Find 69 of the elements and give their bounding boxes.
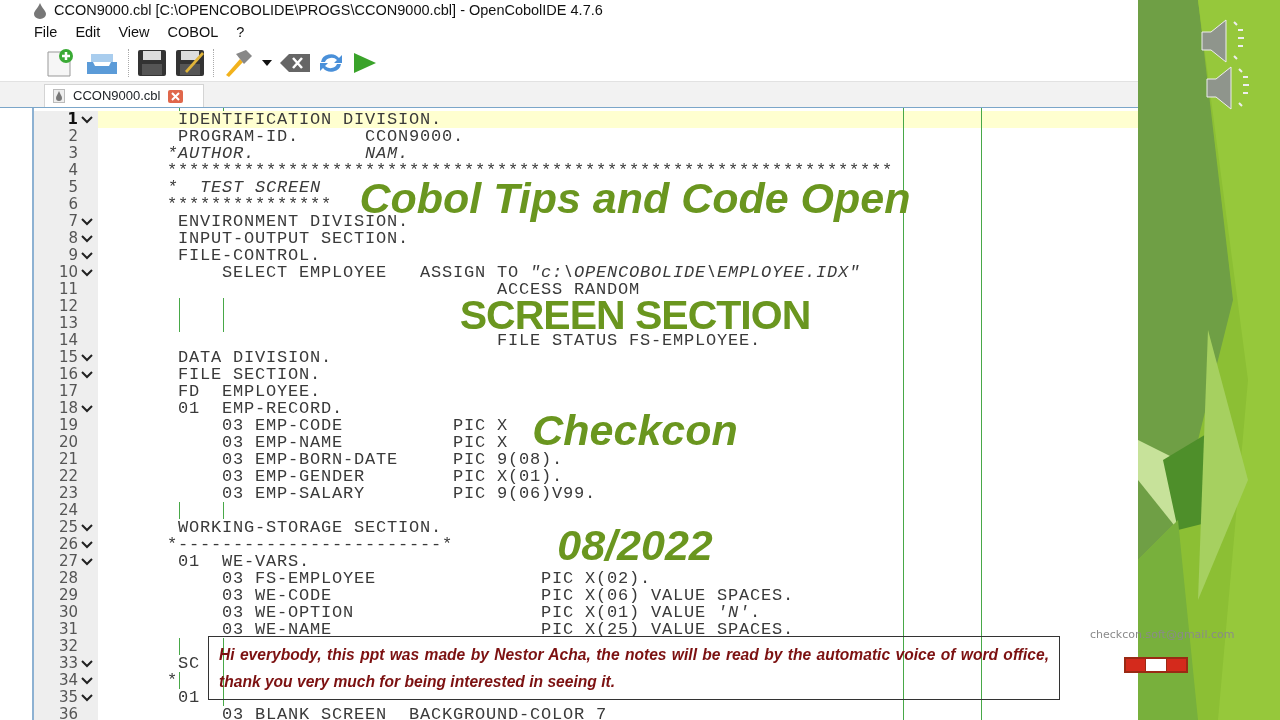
fold-icon[interactable]	[80, 675, 94, 686]
line-number: 13	[58, 315, 78, 332]
line-number: 7	[68, 213, 78, 230]
fold-icon[interactable]	[80, 216, 94, 227]
line-number: 26	[58, 536, 78, 553]
slide-title: SCREEN SECTION	[459, 298, 811, 332]
line-number: 27	[58, 553, 78, 570]
run-icon[interactable]	[352, 51, 378, 74]
line-number: 5	[68, 179, 78, 196]
new-file-icon[interactable]	[44, 47, 76, 78]
line-number: 12	[58, 298, 78, 315]
line-number: 33	[58, 655, 78, 672]
menu-item[interactable]: Edit	[75, 22, 101, 44]
line-number: 14	[58, 332, 78, 349]
line-number: 22	[58, 468, 78, 485]
line-number: 34	[58, 672, 78, 689]
line-number: 10	[58, 264, 78, 281]
file-tab[interactable]: CCON9000.cbl	[44, 84, 205, 107]
fold-icon[interactable]	[80, 114, 94, 125]
fold-icon[interactable]	[80, 250, 94, 261]
menu-item[interactable]: View	[118, 22, 150, 44]
line-number: 24	[58, 502, 78, 519]
slide-title: 08/2022	[557, 528, 713, 562]
line-number: 19	[58, 417, 78, 434]
line-number: 18	[58, 400, 78, 417]
line-number: 25	[58, 519, 78, 536]
fold-icon[interactable]	[80, 556, 94, 567]
window-title: CCON9000.cbl [C:\OPENCOBOLIDE\PROGS\CCON9000.cbl] - OpenCobolIDE 4.7.6	[54, 1, 603, 21]
line-number: 17	[58, 383, 78, 400]
line-number: 30	[58, 604, 78, 621]
line-number: 2	[68, 128, 78, 145]
clear-icon[interactable]	[280, 53, 310, 72]
line-number: 3	[68, 145, 78, 162]
menu-item[interactable]: File	[34, 22, 58, 44]
save-as-icon[interactable]	[175, 48, 205, 77]
line-number: 1	[67, 111, 78, 128]
close-button[interactable]	[168, 89, 184, 103]
fold-icon[interactable]	[80, 403, 94, 414]
line-number: 21	[58, 451, 78, 468]
line-number: 4	[68, 162, 78, 179]
caret-icon[interactable]	[262, 59, 272, 66]
line-number: 15	[58, 349, 78, 366]
line-number: 29	[58, 587, 78, 604]
fold-icon[interactable]	[80, 369, 94, 380]
line-number: 11	[58, 281, 78, 298]
file-icon	[53, 89, 65, 103]
line-number: 20	[58, 434, 78, 451]
line-number: 8	[68, 230, 78, 247]
fold-icon[interactable]	[80, 267, 94, 278]
fold-icon[interactable]	[80, 539, 94, 550]
menu-item[interactable]: ?	[236, 22, 245, 44]
fold-icon[interactable]	[80, 233, 94, 244]
fold-icon[interactable]	[80, 352, 94, 363]
line-number: 32	[58, 638, 78, 655]
line-number: 6	[68, 196, 78, 213]
fold-icon[interactable]	[80, 692, 94, 703]
line-number: 28	[58, 570, 78, 587]
line-number: 36	[58, 706, 78, 720]
menu-item[interactable]: COBOL	[167, 22, 219, 44]
fold-icon[interactable]	[80, 658, 94, 669]
line-number: 16	[58, 366, 78, 383]
line-number: 23	[58, 485, 78, 502]
fold-icon[interactable]	[80, 522, 94, 533]
line-number: 31	[58, 621, 78, 638]
line-number: 35	[58, 689, 78, 706]
save-icon[interactable]	[137, 48, 167, 77]
line-number: 9	[68, 247, 78, 264]
slide-title: Checkcon	[532, 413, 738, 447]
app-icon	[34, 3, 46, 19]
